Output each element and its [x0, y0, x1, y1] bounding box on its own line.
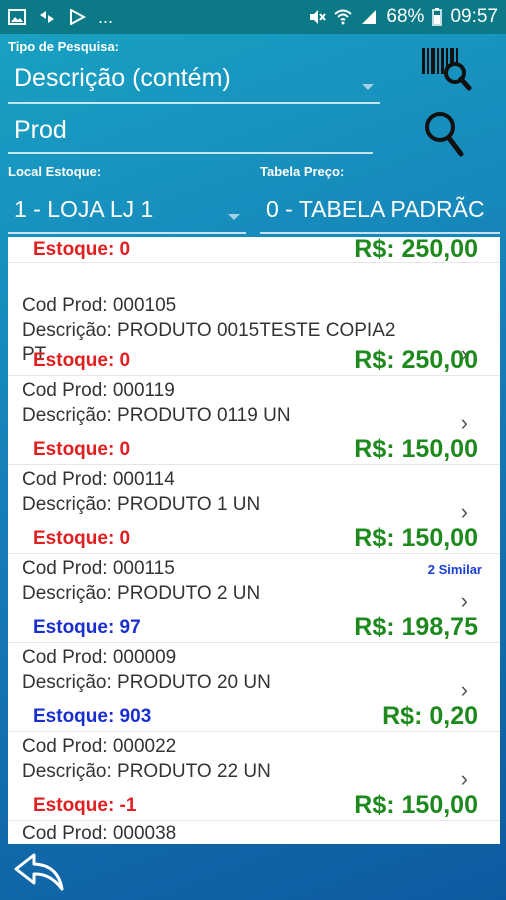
chevron-right-icon: › — [460, 410, 468, 435]
stock-label: Estoque: 0 — [33, 350, 131, 371]
stock-label: Estoque: 903 — [33, 706, 152, 727]
price-label: R$: 150,00 — [354, 791, 478, 819]
list-item[interactable]: Cod Prod: 000115 2 Similar Descrição: PR… — [8, 554, 500, 643]
price-table-label: Tabela Preço: — [260, 164, 345, 179]
chevron-down-icon — [362, 84, 374, 90]
price-label: R$: 150,00 — [354, 524, 478, 552]
price-label: R$: 150,00 — [354, 435, 478, 463]
product-description: Descrição: PRODUTO 1 UN — [22, 494, 261, 515]
search-panel: Tipo de Pesquisa: Descrição (contém) Pro… — [0, 34, 506, 236]
search-type-select[interactable]: Descrição (contém) — [8, 62, 380, 104]
price-table-select[interactable]: 0 - TABELA PADRÃC — [260, 190, 500, 234]
stock-label: Estoque: 0 — [33, 239, 131, 260]
back-arrow-icon[interactable] — [12, 851, 66, 893]
mute-icon — [310, 10, 327, 24]
product-description: Descrição: PRODUTO 2 UN — [22, 583, 261, 604]
similar-badge[interactable]: 2 Similar — [428, 562, 482, 577]
stock-location-select[interactable]: 1 - LOJA LJ 1 — [8, 190, 246, 234]
signal-icon — [362, 10, 377, 24]
product-code: Cod Prod: 000114 — [22, 469, 175, 490]
battery-icon — [432, 8, 443, 26]
wifi-icon — [334, 9, 353, 25]
price-label: R$: 250,00 — [354, 237, 478, 263]
product-description: Descrição: PRODUTO 20 UN — [22, 672, 271, 693]
list-item[interactable]: Cod Prod: 000105 Descrição: PRODUTO 0015… — [8, 263, 500, 376]
more-notifications: ... — [98, 6, 114, 27]
product-code: Cod Prod: 000009 — [22, 647, 177, 668]
list-item[interactable]: Cod Prod: 000038 — [8, 821, 500, 844]
price-label: R$: 0,20 — [382, 702, 478, 730]
chevron-right-icon: › — [460, 766, 468, 791]
stock-label: Estoque: -1 — [33, 795, 137, 816]
chevron-right-icon: › — [460, 499, 468, 524]
chevron-down-icon — [228, 214, 240, 220]
product-code: Cod Prod: 000022 — [22, 736, 177, 757]
stock-label: Estoque: 0 — [33, 528, 131, 549]
chevron-right-icon: › — [460, 677, 468, 702]
price-table-value: 0 - TABELA PADRÃC — [266, 196, 485, 222]
list-item[interactable]: Estoque: 0 R$: 250,00 — [8, 237, 500, 263]
status-bar: ... 68% 09:57 — [0, 0, 506, 34]
product-description: Descrição: PRODUTO 22 UN — [22, 761, 271, 782]
bottom-bar — [0, 845, 506, 900]
search-icon[interactable] — [423, 110, 465, 158]
product-code: Cod Prod: 000105 — [22, 295, 177, 316]
search-type-label: Tipo de Pesquisa: — [8, 39, 120, 54]
product-list[interactable]: Estoque: 0 R$: 250,00 Cod Prod: 000105 D… — [8, 237, 500, 844]
gallery-icon — [8, 9, 26, 25]
stock-location-label: Local Estoque: — [8, 164, 102, 179]
sync-icon — [40, 11, 54, 23]
stock-label: Estoque: 0 — [33, 439, 131, 460]
list-item[interactable]: Cod Prod: 000022 Descrição: PRODUTO 22 U… — [8, 732, 500, 821]
list-item[interactable]: Cod Prod: 000114 Descrição: PRODUTO 1 UN… — [8, 465, 500, 554]
clock: 09:57 — [450, 6, 498, 27]
product-description: Descrição: PRODUTO 0119 UN — [22, 405, 291, 426]
stock-label: Estoque: 97 — [33, 617, 141, 638]
play-store-icon — [70, 9, 86, 25]
list-item[interactable]: Cod Prod: 000119 Descrição: PRODUTO 0119… — [8, 376, 500, 465]
battery-percent: 68% — [386, 6, 425, 27]
search-input[interactable]: Prod — [8, 112, 373, 154]
price-label: R$: 250,00 — [354, 346, 478, 374]
search-query-value: Prod — [14, 116, 67, 144]
chevron-right-icon: › — [460, 588, 468, 613]
product-code: Cod Prod: 000038 — [22, 823, 177, 844]
barcode-search-icon[interactable] — [420, 46, 472, 92]
product-code: Cod Prod: 000115 — [22, 558, 175, 579]
stock-location-value: 1 - LOJA LJ 1 — [14, 196, 154, 222]
list-item[interactable]: Cod Prod: 000009 Descrição: PRODUTO 20 U… — [8, 643, 500, 732]
product-code: Cod Prod: 000119 — [22, 380, 175, 401]
price-label: R$: 198,75 — [354, 613, 478, 641]
search-type-value: Descrição (contém) — [14, 64, 231, 92]
